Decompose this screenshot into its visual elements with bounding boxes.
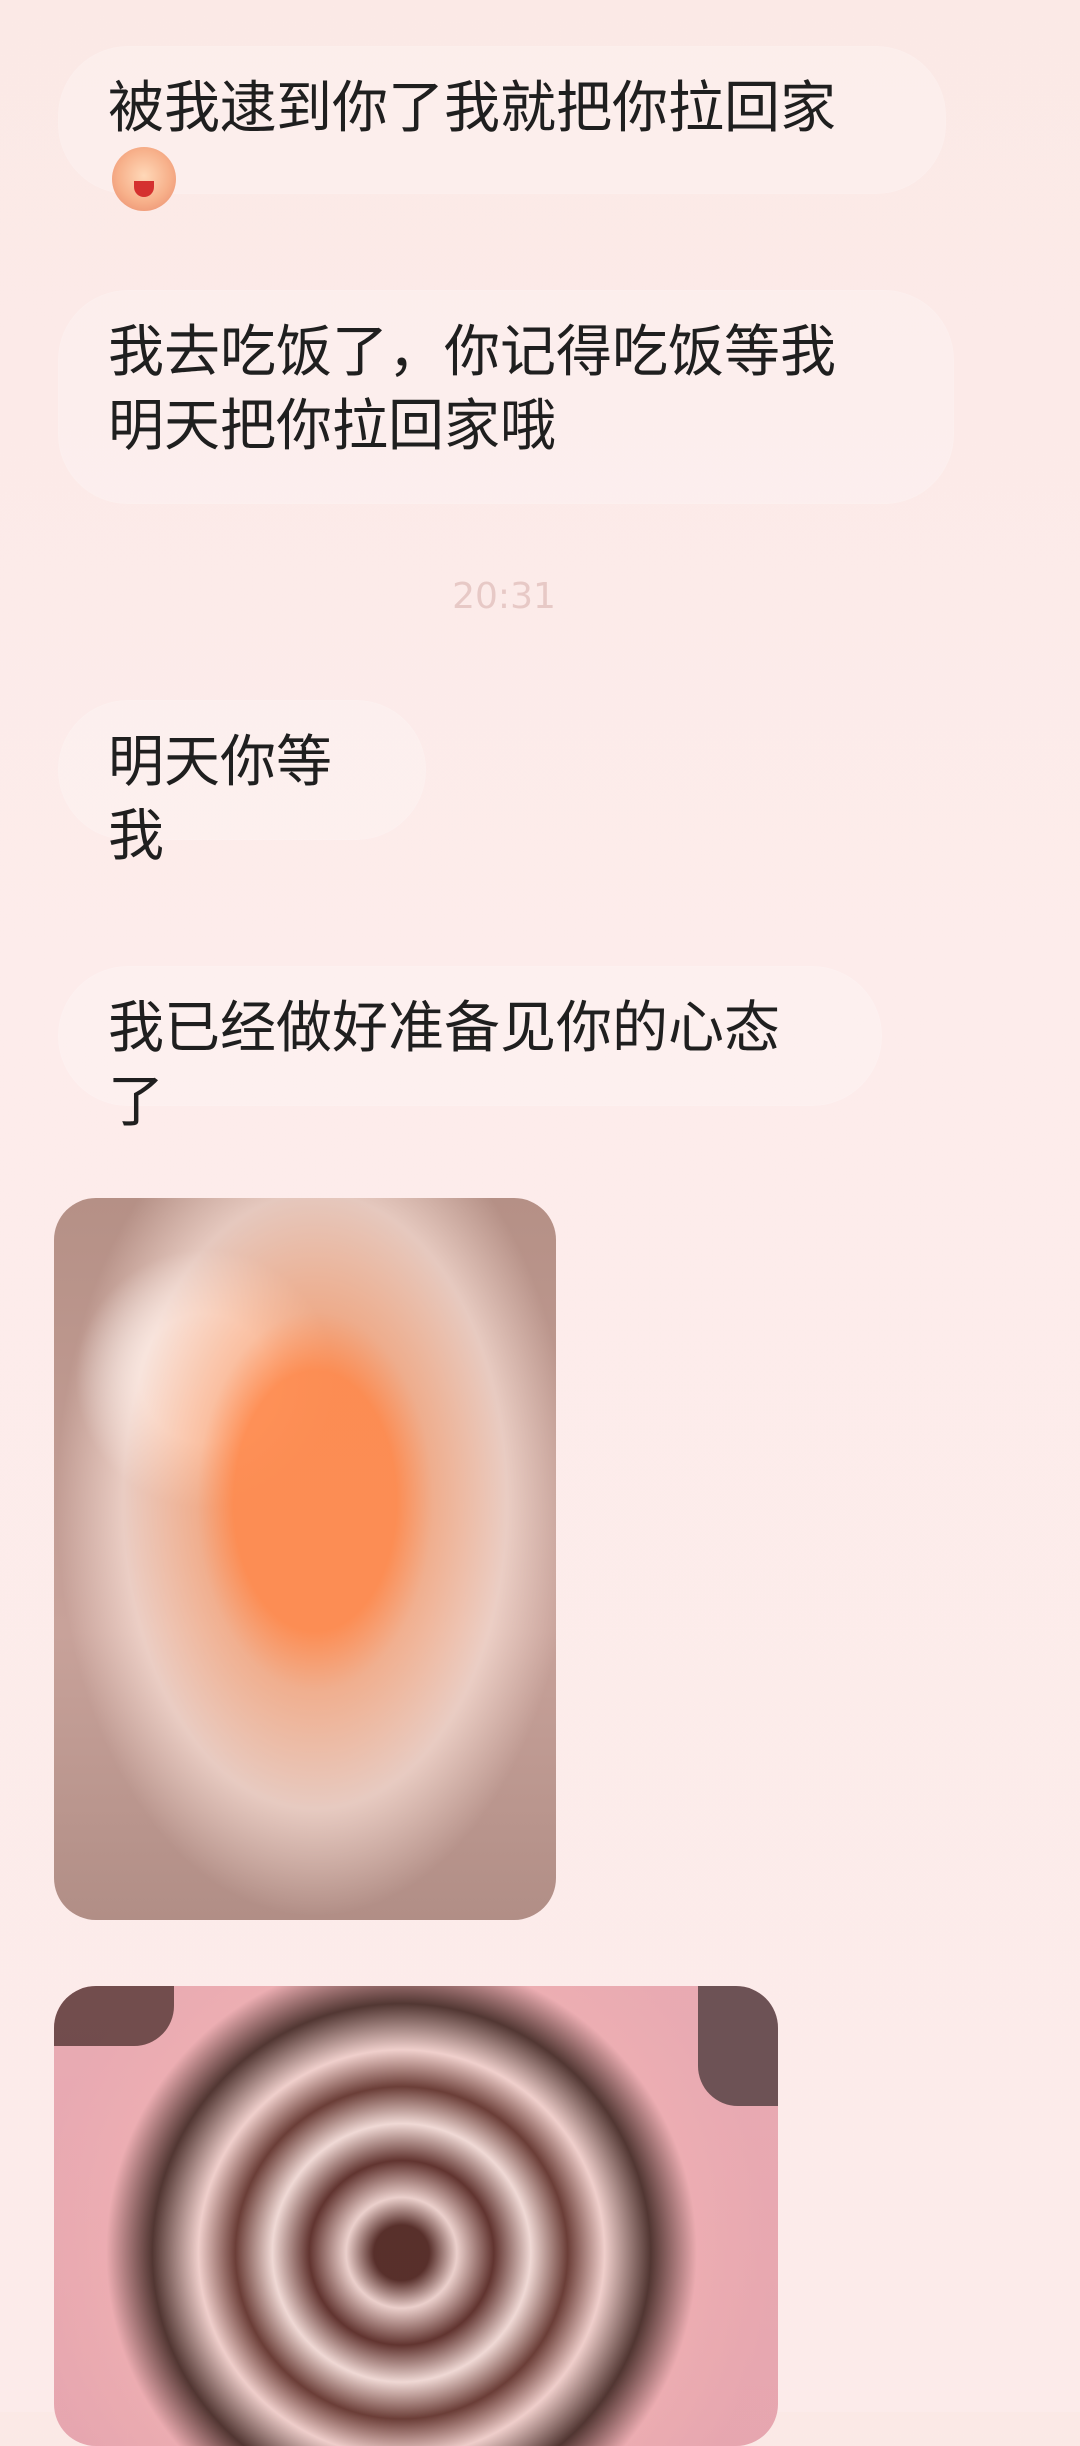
message-text: 我已经做好准备见你的心态了	[108, 996, 780, 1135]
message-text: 明天你等我	[108, 730, 332, 869]
money-bouquet-photo[interactable]	[54, 1986, 778, 2446]
message-bubble[interactable]: 被我逮到你了我就把你拉回家	[58, 46, 946, 211]
message-text: 我去吃饭了，你记得吃饭等我明天把你拉回家哦	[108, 320, 836, 459]
message-timestamp: 20:31	[452, 576, 556, 617]
message-bubble[interactable]: 我已经做好准备见你的心态了	[58, 966, 882, 1135]
message-bubble[interactable]: 我去吃饭了，你记得吃饭等我明天把你拉回家哦	[58, 290, 954, 504]
message-text: 被我逮到你了我就把你拉回家	[108, 76, 836, 141]
message-bubble[interactable]: 明天你等我	[58, 700, 426, 869]
see-no-evil-emoji-icon	[112, 147, 176, 211]
bouquet-with-crown-photo[interactable]	[54, 1198, 556, 1920]
